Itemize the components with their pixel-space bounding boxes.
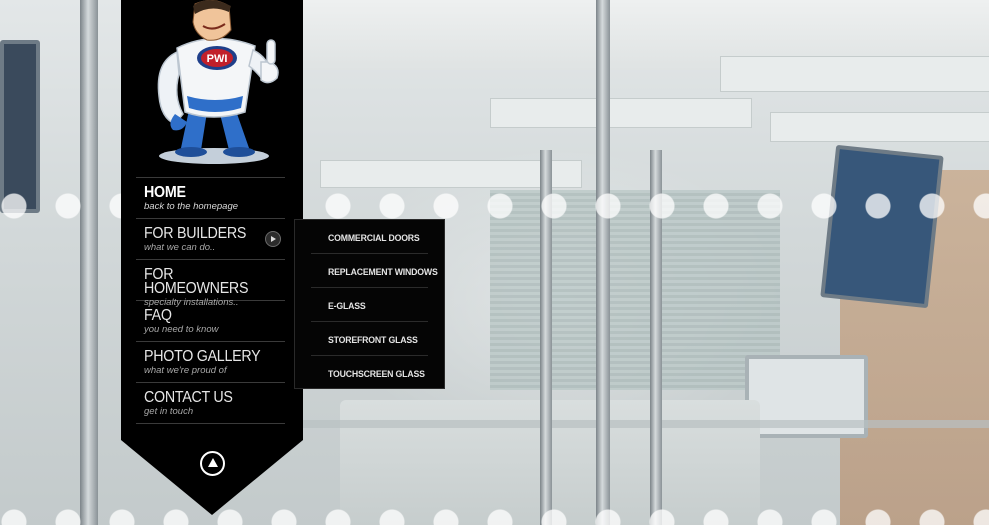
nav-item-title: FOR BUILDERS (144, 225, 247, 242)
nav-item-faq[interactable]: FAQ you need to know (136, 301, 285, 342)
window-blinds (490, 190, 780, 390)
submenu-item-label: TOUCHSCREEN GLASS (328, 369, 425, 380)
nav-item-for-homeowners[interactable]: FOR HOMEOWNERS specialty installations.. (136, 260, 285, 308)
nav-item-title: HOME (144, 184, 186, 201)
nav-item-title: PHOTO GALLERY (144, 348, 261, 365)
equipment-arm (770, 112, 989, 142)
arrow-up-circle-icon[interactable] (200, 451, 225, 476)
nav-item-title: CONTACT US (144, 389, 233, 406)
submenu-item-label: COMMERCIAL DOORS (328, 233, 420, 244)
nav-item-subtitle: what we're proud of (144, 365, 227, 376)
submenu-item-replacement-windows[interactable]: REPLACEMENT WINDOWS (311, 254, 438, 288)
equipment-arm (490, 98, 752, 128)
nav-item-subtitle: get in touch (144, 406, 194, 417)
mascot-logo[interactable]: PWI (137, 0, 287, 168)
submenu-item-label: REPLACEMENT WINDOWS (328, 267, 438, 278)
nav-item-subtitle: back to the homepage (144, 201, 239, 212)
nav-banner: PWI HOME back to the homepage FOR BUILDE… (121, 0, 303, 515)
submenu-item-label: STOREFRONT GLASS (328, 335, 418, 346)
nav-item-title: FAQ (144, 307, 172, 324)
medical-monitor (0, 40, 40, 213)
submenu-item-commercial-doors[interactable]: COMMERCIAL DOORS (311, 220, 428, 254)
nav-item-subtitle: you need to know (144, 324, 219, 335)
builders-submenu: COMMERCIAL DOORS REPLACEMENT WINDOWS E-G… (294, 219, 445, 389)
bed-rail (300, 420, 989, 428)
main-nav: HOME back to the homepage FOR BUILDERS w… (136, 177, 285, 424)
submenu-item-e-glass[interactable]: E-GLASS (311, 288, 428, 322)
nav-item-home[interactable]: HOME back to the homepage (136, 178, 285, 219)
equipment-arm (720, 56, 989, 92)
nav-item-for-builders[interactable]: FOR BUILDERS what we can do.. (136, 219, 285, 260)
nav-item-contact-us[interactable]: CONTACT US get in touch (136, 383, 285, 424)
chevron-right-circle-icon[interactable] (265, 231, 281, 247)
mascot-badge-text: PWI (207, 53, 228, 65)
door-handle (596, 0, 610, 525)
medical-monitor (820, 144, 944, 309)
nav-item-photo-gallery[interactable]: PHOTO GALLERY what we're proud of (136, 342, 285, 383)
submenu-item-touchscreen-glass[interactable]: TOUCHSCREEN GLASS (311, 356, 428, 389)
nav-item-title: FOR HOMEOWNERS (144, 266, 249, 297)
door-handle (80, 0, 98, 525)
submenu-item-label: E-GLASS (328, 301, 366, 312)
submenu-item-storefront-glass[interactable]: STOREFRONT GLASS (311, 322, 428, 356)
nav-item-subtitle: what we can do.. (144, 242, 216, 253)
